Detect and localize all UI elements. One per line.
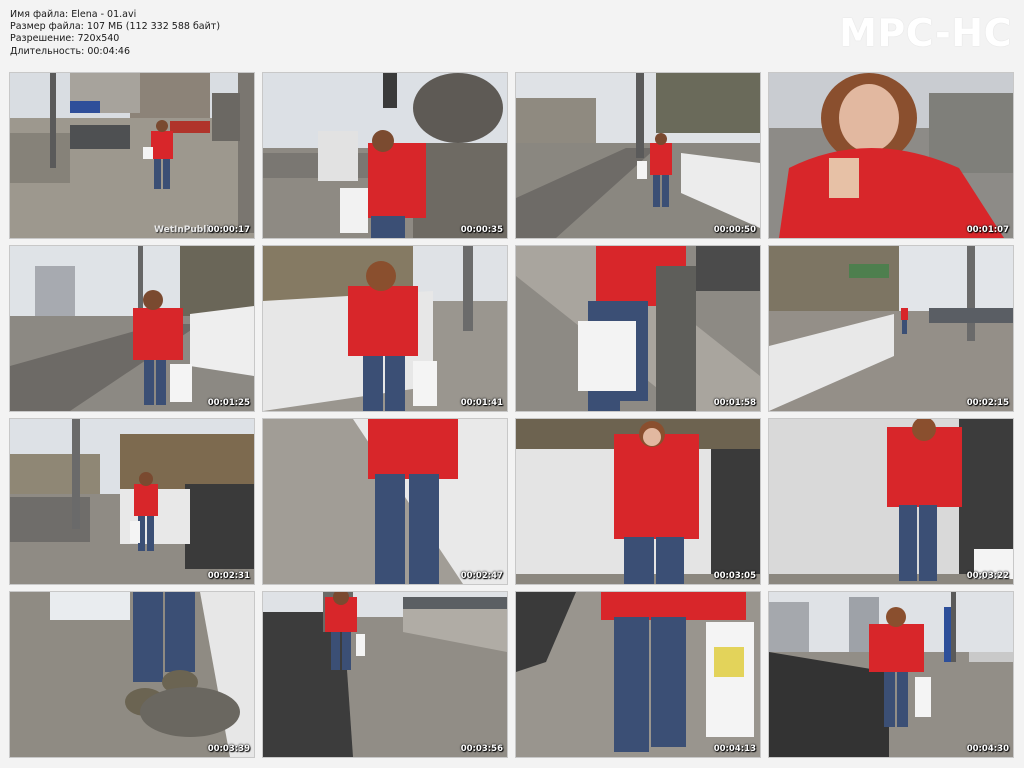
file-name: Имя файла: Elena - 01.avi [10, 9, 137, 20]
thumbnail-5[interactable]: 00:01:25 [10, 246, 254, 411]
thumbnail-10[interactable]: 00:02:47 [263, 419, 507, 584]
thumbnail-13[interactable]: 00:03:39 [10, 592, 254, 757]
timestamp: 00:03:56 [460, 744, 503, 754]
scene-monument-pillar [263, 73, 507, 238]
scene-walking-away [263, 246, 507, 411]
file-resolution: Разрешение: 720x540 [10, 33, 120, 45]
scene-pole-legs [516, 246, 760, 411]
file-info: Имя файла: Elena - 01.avi Размер файла: … [10, 9, 220, 58]
thumbnail-grid: WetInPublic 00:00:17 00:00:35 00:00:50 0… [10, 73, 1014, 757]
timestamp: 00:01:07 [966, 225, 1009, 235]
thumbnail-14[interactable]: 00:03:56 [263, 592, 507, 757]
timestamp: 00:00:17 [207, 225, 250, 235]
thumbnail-15[interactable]: 00:04:13 [516, 592, 760, 757]
file-size: Размер файла: 107 МБ (112 332 588 байт) [10, 21, 221, 33]
timestamp: 00:00:35 [460, 225, 503, 235]
timestamp: 00:02:31 [207, 571, 250, 581]
thumbnail-11[interactable]: 00:03:05 [516, 419, 760, 584]
timestamp: 00:03:39 [207, 744, 250, 754]
timestamp: 00:03:22 [966, 571, 1009, 581]
watermark: WetInPublic [154, 225, 215, 235]
scene-roadside-walk [10, 246, 254, 411]
scene-street-sign [10, 73, 254, 238]
thumbnail-9[interactable]: 00:02:31 [10, 419, 254, 584]
thumbnail-2[interactable]: 00:00:35 [263, 73, 507, 238]
header: Имя файла: Elena - 01.avi Размер файла: … [0, 0, 1024, 70]
scene-bridge-railing [10, 419, 254, 584]
app-logo: MPC-HC [839, 11, 1012, 55]
scene-walking-wall [263, 419, 507, 584]
scene-closeup-face [769, 73, 1013, 238]
timestamp: 00:01:25 [207, 398, 250, 408]
timestamp: 00:03:05 [713, 571, 756, 581]
thumbnail-12[interactable]: 00:03:22 [769, 419, 1013, 584]
file-duration: Длительность: 00:04:46 [10, 45, 130, 57]
timestamp: 00:01:41 [460, 398, 503, 408]
scene-leaning-wall [516, 419, 760, 584]
timestamp: 00:00:50 [713, 225, 756, 235]
scene-sidewalk-wall [516, 73, 760, 238]
timestamp: 00:02:47 [460, 571, 503, 581]
timestamp: 00:04:13 [713, 744, 756, 754]
thumbnail-3[interactable]: 00:00:50 [516, 73, 760, 238]
timestamp: 00:04:30 [966, 744, 1009, 754]
timestamp: 00:01:58 [713, 398, 756, 408]
scene-bag-walk [516, 592, 760, 757]
scene-standing-wall [769, 419, 1013, 584]
scene-long-bridge [769, 246, 1013, 411]
thumbnail-8[interactable]: 00:02:15 [769, 246, 1013, 411]
thumbnail-1[interactable]: WetInPublic 00:00:17 [10, 73, 254, 238]
thumbnail-16[interactable]: 00:04:30 [769, 592, 1013, 757]
scene-fence-walk [769, 592, 1013, 757]
thumbnail-4[interactable]: 00:01:07 [769, 73, 1013, 238]
timestamp: 00:02:15 [966, 398, 1009, 408]
scene-fence-path [263, 592, 507, 757]
scene-wet-shoes [10, 592, 254, 757]
thumbnail-7[interactable]: 00:01:58 [516, 246, 760, 411]
thumbnail-6[interactable]: 00:01:41 [263, 246, 507, 411]
